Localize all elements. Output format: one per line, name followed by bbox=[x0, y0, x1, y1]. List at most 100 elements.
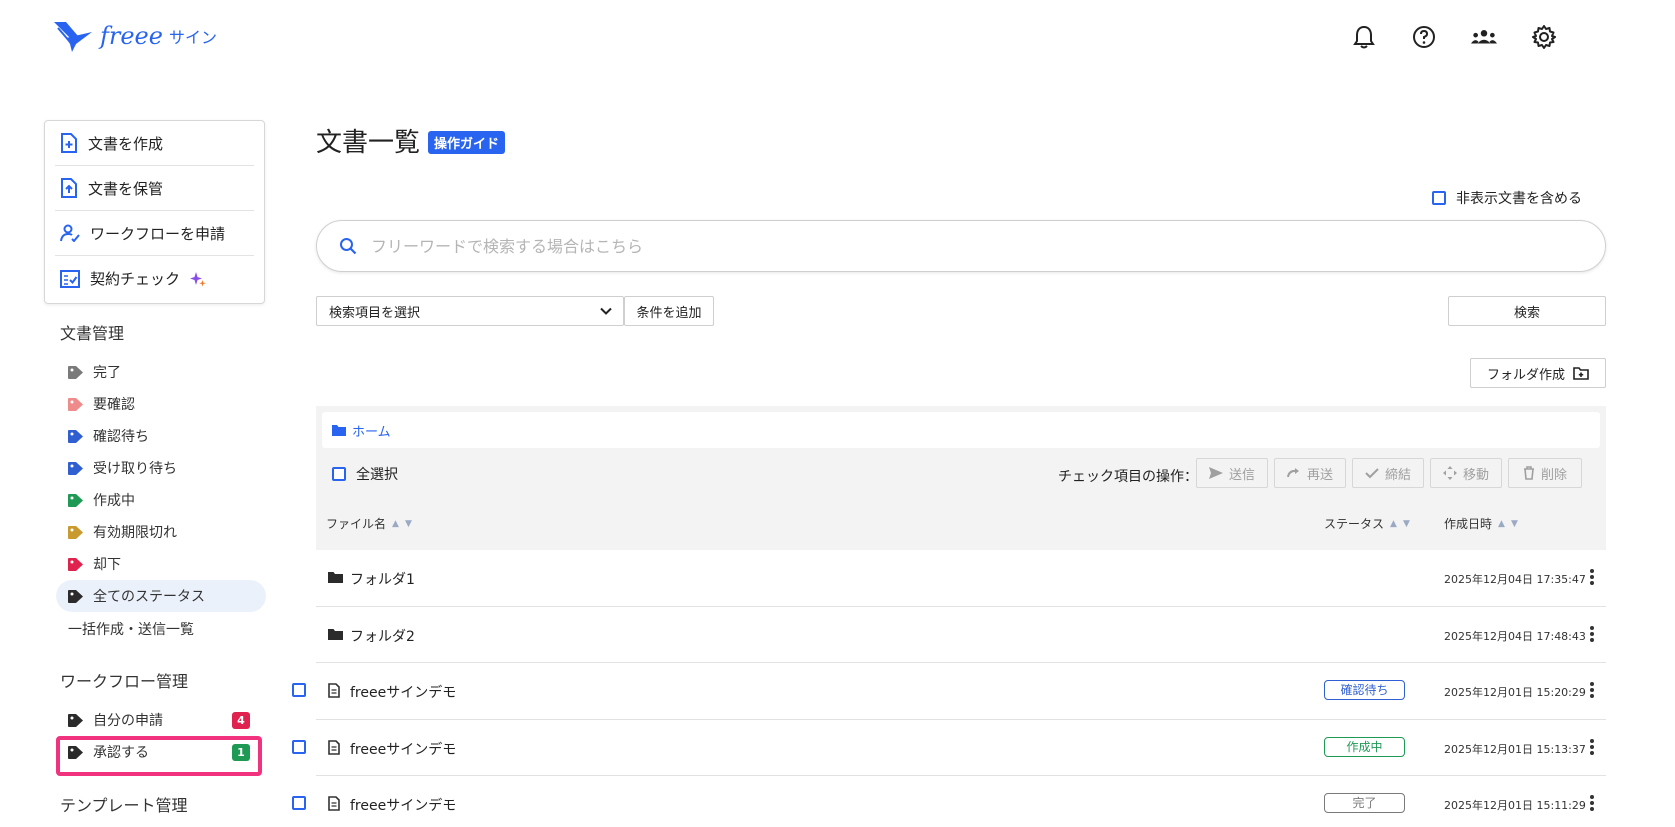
table-row[interactable]: フォルダ2 2025年12月04日 17:48:43 bbox=[316, 607, 1606, 663]
select-all-checkbox[interactable] bbox=[332, 467, 346, 481]
table-row[interactable]: フォルダ1 2025年12月04日 17:35:47 bbox=[316, 550, 1606, 607]
sort-asc-icon[interactable]: ▲ bbox=[1390, 519, 1397, 529]
created-date: 2025年12月01日 15:20:29 bbox=[1444, 686, 1586, 699]
table-row[interactable]: freeeサインデモ 確認待ち 2025年12月01日 15:20:29 bbox=[292, 663, 1606, 720]
sort-desc-icon[interactable]: ▼ bbox=[1511, 519, 1518, 529]
send-button[interactable]: 送信 bbox=[1196, 458, 1268, 488]
breadcrumb-home[interactable]: ホーム bbox=[352, 421, 391, 440]
tag-icon bbox=[68, 397, 83, 411]
doc-management-heading: 文書管理 bbox=[60, 324, 125, 343]
store-document-button[interactable]: 文書を保管 bbox=[55, 166, 254, 211]
bulk-send-list-link[interactable]: 一括作成・送信一覧 bbox=[68, 619, 194, 639]
more-menu-icon[interactable] bbox=[1588, 566, 1596, 588]
file-icon bbox=[328, 796, 340, 811]
trash-icon bbox=[1523, 466, 1534, 480]
document-add-icon bbox=[61, 133, 77, 153]
operation-guide-badge[interactable]: 操作ガイド bbox=[428, 131, 506, 154]
select-all-toggle[interactable]: 全選択 bbox=[332, 464, 398, 484]
check-icon bbox=[1365, 468, 1379, 479]
conclude-button[interactable]: 締結 bbox=[1352, 458, 1424, 488]
more-menu-icon[interactable] bbox=[1588, 792, 1596, 814]
sidebar-workflow-item[interactable]: 承認する 1 bbox=[56, 736, 266, 768]
search-icon bbox=[340, 238, 357, 255]
sidebar-status-item[interactable]: 要確認 bbox=[56, 388, 266, 420]
sort-asc-icon[interactable]: ▲ bbox=[392, 519, 399, 529]
sidebar-status-item[interactable]: 有効期限切れ bbox=[56, 516, 266, 548]
sidebar-status-item[interactable]: 却下 bbox=[56, 548, 266, 580]
delete-label: 削除 bbox=[1540, 467, 1567, 483]
move-icon bbox=[1442, 466, 1457, 480]
count-badge: 1 bbox=[232, 744, 250, 761]
folder-icon bbox=[328, 572, 343, 583]
settings-icon[interactable] bbox=[1531, 24, 1557, 50]
table-row[interactable]: freeeサインデモ 完了 2025年12月01日 15:11:29 bbox=[292, 776, 1606, 827]
row-checkbox[interactable] bbox=[292, 683, 306, 697]
doc-status-list: 完了要確認 確認待ち受け取り待ち 作成中有効期限切れ却下全てのステータス bbox=[56, 356, 266, 612]
file-name[interactable]: フォルダ1 bbox=[350, 569, 415, 589]
sidebar-status-item[interactable]: 受け取り待ち bbox=[56, 452, 266, 484]
file-icon bbox=[328, 683, 340, 698]
apply-workflow-button[interactable]: ワークフローを申請 bbox=[55, 211, 254, 256]
sidebar-status-item[interactable]: 全てのステータス bbox=[56, 580, 266, 612]
search-input[interactable] bbox=[371, 236, 1571, 256]
create-folder-button[interactable]: フォルダ作成 bbox=[1470, 358, 1606, 388]
add-condition-button[interactable]: 条件を追加 bbox=[624, 296, 714, 326]
file-name[interactable]: freeeサインデモ bbox=[350, 682, 456, 702]
help-icon[interactable] bbox=[1411, 24, 1437, 50]
members-icon[interactable] bbox=[1471, 24, 1497, 50]
sort-desc-icon[interactable]: ▼ bbox=[405, 519, 412, 529]
create-document-button[interactable]: 文書を作成 bbox=[55, 121, 254, 166]
move-button[interactable]: 移動 bbox=[1430, 458, 1502, 488]
tag-icon bbox=[68, 461, 83, 475]
sort-asc-icon[interactable]: ▲ bbox=[1498, 519, 1505, 529]
sidebar-workflow-label: 承認する bbox=[93, 745, 149, 761]
workflow-list: 自分の申請 4 承認する 1 bbox=[56, 704, 266, 768]
tag-icon bbox=[68, 525, 83, 539]
contract-check-icon bbox=[60, 269, 80, 288]
sidebar-status-label: 完了 bbox=[93, 365, 121, 381]
file-name[interactable]: freeeサインデモ bbox=[350, 795, 456, 815]
conclude-label: 締結 bbox=[1384, 467, 1411, 483]
search-field-select-label: 検索項目を選択 bbox=[329, 305, 421, 321]
sidebar-status-item[interactable]: 完了 bbox=[56, 356, 266, 388]
file-name[interactable]: フォルダ2 bbox=[350, 626, 415, 646]
search-button[interactable]: 検索 bbox=[1448, 296, 1606, 326]
include-hidden-label: 非表示文書を含める bbox=[1456, 191, 1582, 207]
sidebar-status-item[interactable]: 作成中 bbox=[56, 484, 266, 516]
tag-icon bbox=[68, 713, 83, 727]
resend-button[interactable]: 再送 bbox=[1274, 458, 1346, 488]
bell-icon[interactable] bbox=[1351, 24, 1377, 50]
file-icon bbox=[328, 739, 340, 755]
sidebar-status-label: 有効期限切れ bbox=[93, 525, 177, 541]
delete-button[interactable]: 削除 bbox=[1508, 458, 1582, 488]
status-badge: 確認待ち bbox=[1324, 680, 1405, 700]
freee-sign-logo[interactable]: freee サイン bbox=[52, 18, 217, 54]
include-hidden-checkbox[interactable] bbox=[1432, 191, 1446, 205]
breadcrumb[interactable]: ホーム bbox=[322, 412, 1600, 448]
sidebar-status-label: 受け取り待ち bbox=[93, 461, 177, 477]
folder-add-icon bbox=[1573, 367, 1589, 380]
page-title: 文書一覧 bbox=[316, 128, 421, 158]
more-menu-icon[interactable] bbox=[1588, 736, 1596, 758]
tag-icon bbox=[68, 493, 83, 507]
more-menu-icon[interactable] bbox=[1588, 679, 1596, 701]
search-field-select[interactable]: 検索項目を選択 bbox=[316, 296, 624, 326]
sidebar-status-label: 全てのステータス bbox=[93, 589, 205, 605]
sidebar-workflow-item[interactable]: 自分の申請 4 bbox=[56, 704, 266, 736]
include-hidden-toggle[interactable]: 非表示文書を含める bbox=[1432, 188, 1582, 208]
sort-desc-icon[interactable]: ▼ bbox=[1403, 519, 1410, 529]
sidebar-status-label: 作成中 bbox=[93, 493, 135, 509]
sparkle-icon bbox=[190, 271, 206, 286]
file-name[interactable]: freeeサインデモ bbox=[350, 739, 456, 759]
row-checkbox[interactable] bbox=[292, 739, 306, 754]
contract-check-button[interactable]: 契約チェック bbox=[55, 256, 254, 301]
sidebar-status-item[interactable]: 確認待ち bbox=[56, 420, 266, 452]
contract-check-label: 契約チェック bbox=[90, 270, 181, 288]
workflow-user-icon bbox=[60, 224, 80, 242]
column-status: ステータス ▲ ▼ bbox=[1324, 515, 1410, 532]
more-menu-icon[interactable] bbox=[1588, 623, 1596, 645]
row-checkbox[interactable] bbox=[292, 796, 306, 810]
quick-actions-card: 文書を作成 文書を保管 ワークフローを申請 契約チェック bbox=[44, 120, 265, 304]
table-row[interactable]: freeeサインデモ 作成中 2025年12月01日 15:13:37 bbox=[292, 720, 1606, 776]
column-filename: ファイル名 ▲ ▼ bbox=[326, 515, 412, 532]
